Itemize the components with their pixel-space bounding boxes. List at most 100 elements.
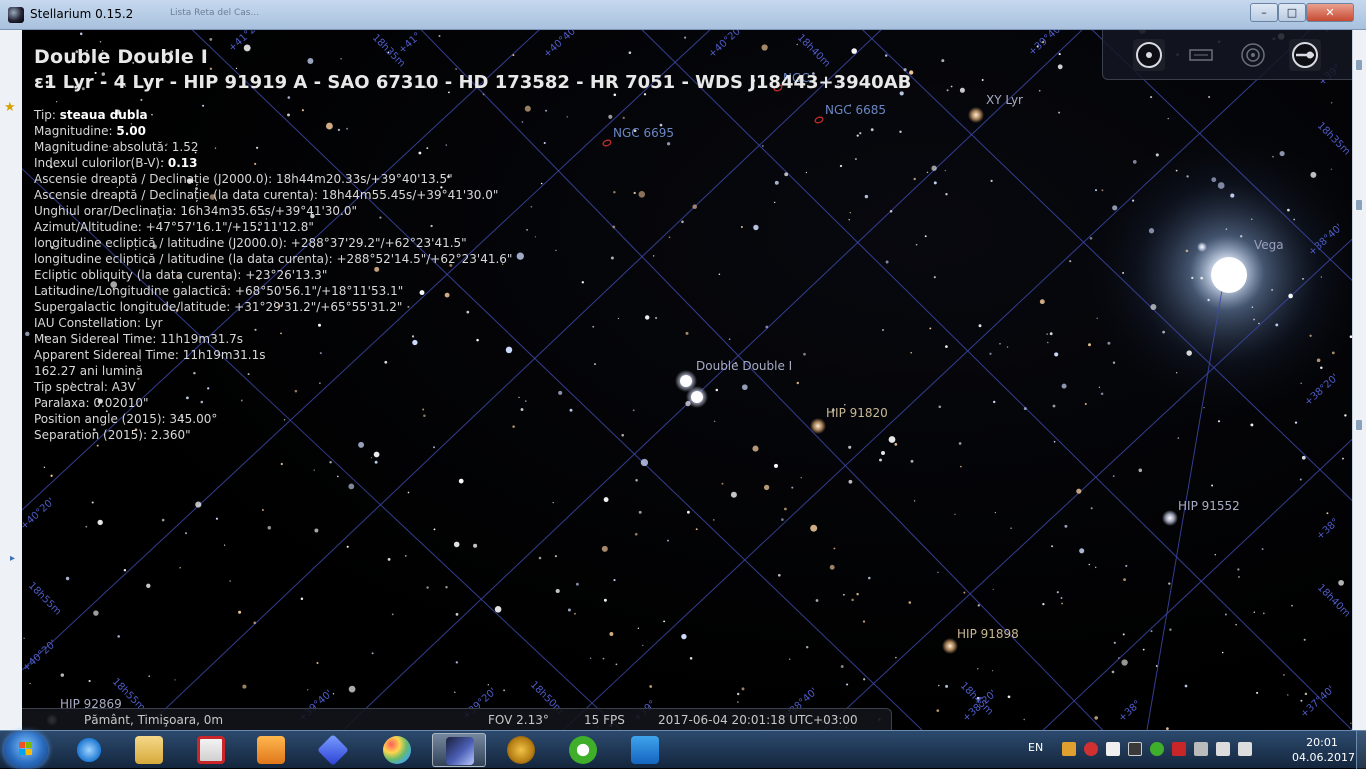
background-star xyxy=(613,579,616,582)
taskbar-app-maxthon[interactable] xyxy=(618,733,672,767)
label-ngc-6695[interactable]: NGC 6695 xyxy=(613,126,674,140)
maximize-button[interactable]: □ xyxy=(1278,3,1306,22)
taskbar-app-cube[interactable] xyxy=(306,733,360,767)
ocular-rectangle-button[interactable] xyxy=(1185,39,1217,71)
background-star xyxy=(540,182,543,185)
background-star xyxy=(1301,455,1306,460)
xy-lyr-star[interactable] xyxy=(968,107,984,123)
background-star xyxy=(1039,299,1045,305)
background-star xyxy=(238,610,242,614)
label-hip-91898[interactable]: HIP 91898 xyxy=(957,627,1019,641)
background-star xyxy=(1214,554,1217,556)
background-star xyxy=(525,400,527,402)
tray-utorrent-icon[interactable] xyxy=(1150,742,1164,756)
taskbar-app-ie[interactable] xyxy=(62,733,116,767)
background-star xyxy=(1253,318,1255,321)
hip-91552-star[interactable] xyxy=(1162,510,1178,526)
taskbar-app-media-player[interactable] xyxy=(244,733,298,767)
background-star xyxy=(482,93,485,96)
ngc-6685-marker[interactable] xyxy=(814,116,824,124)
tray-box-icon[interactable] xyxy=(1128,742,1142,756)
language-indicator[interactable]: EN xyxy=(1028,741,1043,754)
minimize-button[interactable]: – xyxy=(1250,3,1278,22)
network-icon[interactable] xyxy=(1216,742,1230,756)
star[interactable] xyxy=(1197,242,1207,252)
background-star xyxy=(944,169,946,172)
background-star xyxy=(784,172,789,177)
background-star xyxy=(1042,602,1045,606)
ngc-6695-marker[interactable] xyxy=(602,139,612,147)
telescope-target-button[interactable] xyxy=(1237,39,1269,71)
taskbar-app-paint[interactable] xyxy=(370,733,424,767)
background-star xyxy=(803,352,806,356)
close-button[interactable]: ✕ xyxy=(1306,3,1354,22)
background-star xyxy=(253,621,256,625)
label-hip-91820[interactable]: HIP 91820 xyxy=(826,406,888,420)
hip-91898-star[interactable] xyxy=(942,638,958,654)
volume-icon[interactable] xyxy=(1238,742,1252,756)
background-star xyxy=(1150,630,1153,633)
hip-91820-star[interactable] xyxy=(810,418,826,434)
background-star xyxy=(903,68,907,72)
label-ngc-6685[interactable]: NGC 6685 xyxy=(825,103,886,117)
background-star xyxy=(888,436,896,443)
tray-device-icon[interactable] xyxy=(1194,742,1208,756)
background-star xyxy=(1118,657,1120,659)
background-star xyxy=(632,409,635,412)
background-star xyxy=(1275,323,1279,327)
info-line-label: Tip: xyxy=(34,108,60,122)
taskbar-app-stellarium[interactable] xyxy=(432,733,486,767)
scroll-marker-icon xyxy=(1356,60,1362,70)
title-bar[interactable]: Stellarium 0.15.2 Lista Reta del Cas... … xyxy=(0,0,1366,30)
taskbar-app-mail[interactable] xyxy=(184,733,238,767)
background-star xyxy=(594,363,596,366)
tray-mail-icon[interactable] xyxy=(1172,742,1186,756)
background-star xyxy=(1175,169,1178,172)
info-line-value: 0.13 xyxy=(167,156,198,170)
background-star xyxy=(933,276,936,279)
taskbar-app-arrows[interactable] xyxy=(494,733,548,767)
label-xy-lyr[interactable]: XY Lyr xyxy=(986,93,1023,107)
sky-toggle-button[interactable] xyxy=(1133,39,1165,71)
background-star xyxy=(370,457,373,459)
background-star xyxy=(1155,153,1159,157)
background-star xyxy=(348,685,356,693)
background-star xyxy=(938,405,942,409)
tray-app-icon[interactable] xyxy=(1062,742,1076,756)
show-desktop-button[interactable] xyxy=(1356,731,1366,769)
background-star xyxy=(601,545,608,552)
background-star xyxy=(992,400,996,404)
background-star xyxy=(628,51,632,54)
background-star xyxy=(1185,249,1189,253)
background-star xyxy=(592,325,595,328)
tray-red-icon[interactable] xyxy=(1084,742,1098,756)
background-star xyxy=(209,67,213,71)
background-star xyxy=(337,475,339,478)
flag-icon[interactable] xyxy=(1106,742,1120,756)
clock[interactable]: 20:01 04.06.2017 xyxy=(1292,735,1355,765)
sky-view[interactable]: +41°20' 18h35m +41° +40°40' +40°20' 18h4… xyxy=(22,30,1352,730)
taskbar-app-utorrent[interactable] xyxy=(556,733,610,767)
location-readout[interactable]: Pământ, Timişoara, 0m xyxy=(84,713,223,727)
info-line-label: Indexul culorilor(B-V): xyxy=(34,156,168,170)
label-hip-91552[interactable]: HIP 91552 xyxy=(1178,499,1240,513)
satellite-tool-button[interactable] xyxy=(1289,39,1321,71)
taskbar-app-explorer[interactable] xyxy=(122,733,176,767)
grid-label: +41° xyxy=(397,31,424,57)
background-star xyxy=(1122,271,1125,274)
datetime-readout[interactable]: 2017-06-04 20:01:18 UTC+03:00 xyxy=(658,713,858,727)
background-star xyxy=(954,513,956,515)
background-star xyxy=(1132,199,1135,202)
background-star xyxy=(910,351,912,354)
background-star xyxy=(1191,276,1194,280)
label-double-double[interactable]: Double Double I xyxy=(696,359,792,373)
vega-star[interactable] xyxy=(1211,257,1247,293)
background-star xyxy=(518,396,520,399)
background-star xyxy=(1338,579,1344,586)
clock-date: 04.06.2017 xyxy=(1292,751,1355,764)
background-star xyxy=(29,682,31,685)
label-vega[interactable]: Vega xyxy=(1254,238,1284,252)
info-line: longitudine ecliptică / latitudine (la d… xyxy=(34,251,512,267)
start-button[interactable] xyxy=(4,732,48,768)
background-star xyxy=(617,317,620,320)
